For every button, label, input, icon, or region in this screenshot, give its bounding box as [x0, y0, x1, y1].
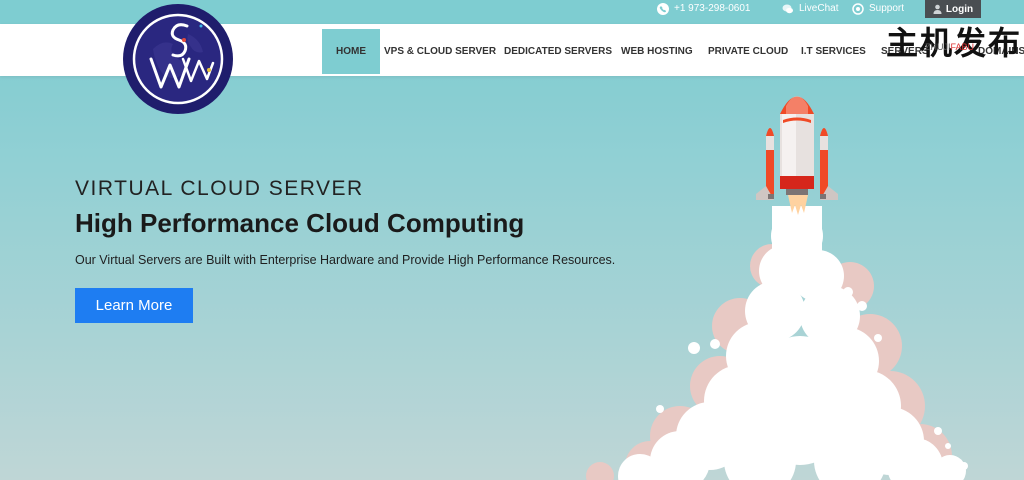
nav-private-cloud[interactable]: PRIVATE CLOUD	[708, 29, 788, 74]
learn-more-button[interactable]: Learn More	[75, 288, 193, 323]
phone-number: +1 973-298-0601	[674, 3, 751, 14]
chat-icon	[782, 3, 794, 15]
watermark-text: 主机发布	[886, 25, 1023, 61]
watermark-sub-right: FABU	[950, 42, 975, 52]
nav-dedicated-servers[interactable]: DEDICATED SERVERS	[504, 29, 612, 74]
watermark-sub-left: ZHUJI	[925, 42, 951, 52]
hero-description: Our Virtual Servers are Built with Enter…	[75, 253, 616, 267]
rocket-launch-illustration	[586, 96, 968, 480]
hero-title: High Performance Cloud Computing	[75, 208, 525, 238]
support-link[interactable]: Support	[852, 0, 904, 18]
phone-icon	[657, 3, 669, 15]
livechat-link[interactable]: LiveChat	[782, 0, 838, 18]
sw-globe-logo[interactable]	[123, 4, 233, 114]
support-icon	[852, 3, 864, 15]
nav-web-hosting[interactable]: WEB HOSTING	[621, 29, 693, 74]
phone-link[interactable]: +1 973-298-0601	[657, 0, 750, 18]
login-button[interactable]: Login	[925, 0, 981, 18]
hero-subtitle: VIRTUAL CLOUD SERVER	[75, 177, 364, 200]
livechat-label: LiveChat	[799, 3, 839, 14]
nav-it-services[interactable]: I.T SERVICES	[801, 29, 866, 74]
user-icon	[933, 4, 942, 14]
watermark-subtext: ZHUJIFABU	[925, 42, 974, 52]
login-label: Login	[945, 3, 974, 15]
nav-vps-cloud-server[interactable]: VPS & CLOUD SERVER	[384, 29, 496, 74]
support-label: Support	[869, 3, 905, 14]
nav-home[interactable]: HOME	[322, 29, 380, 74]
